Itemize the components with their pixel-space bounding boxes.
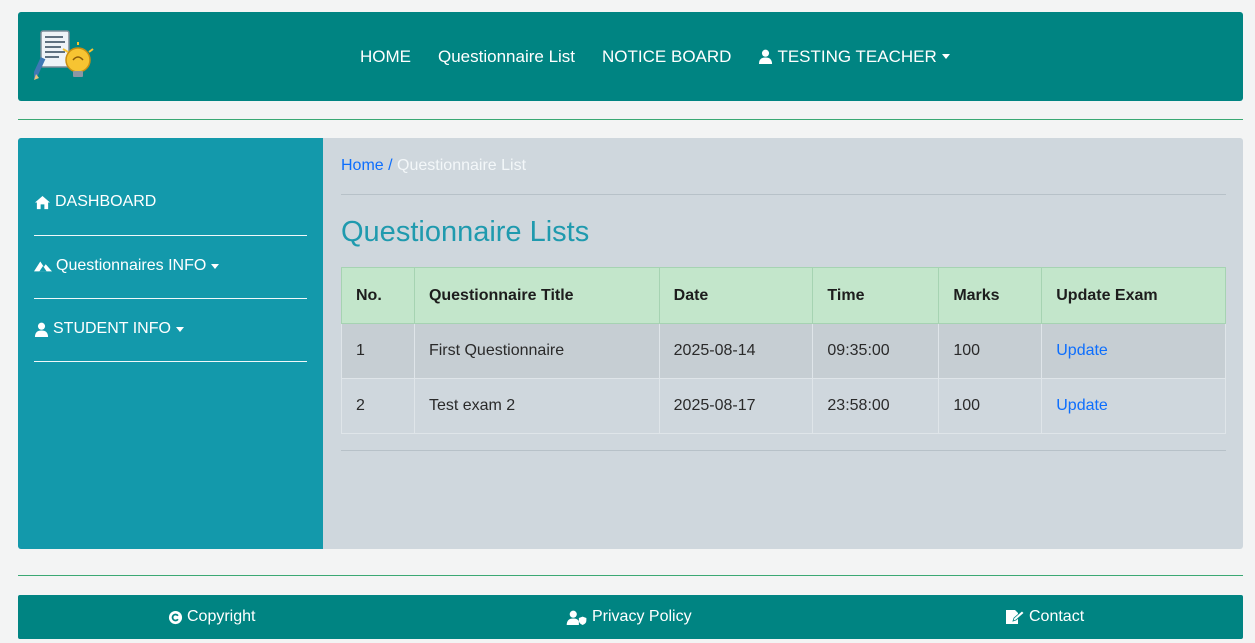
cell-marks: 100 [938,323,1043,379]
table-row: 1 First Questionnaire 2025-08-14 09:35:0… [341,323,1226,379]
user-name: TESTING TEACHER [777,46,937,66]
cell-title: Test exam 2 [413,378,660,434]
column-header-no: No. [341,267,415,324]
update-link[interactable]: Update [1056,342,1108,359]
sidebar-item-questionnaires[interactable]: Questionnaires INFO [34,257,307,275]
nav-user-dropdown[interactable]: TESTING TEACHER [758,46,950,67]
footer: Copyright Privacy Policy Contact [18,595,1243,639]
breadcrumb-current: Questionnaire List [397,157,527,174]
sidebar-item-label: STUDENT INFO [53,320,171,337]
divider [18,119,1243,120]
content-area: Home / Questionnaire List Questionnaire … [341,138,1226,549]
user-icon [34,322,49,337]
footer-contact[interactable]: Contact [1005,595,1084,639]
sidebar-item-label: Questionnaires INFO [56,257,207,274]
column-header-title: Questionnaire Title [413,267,660,324]
nav-notice-board[interactable]: NOTICE BOARD [602,47,731,67]
user-shield-icon [566,610,588,625]
breadcrumb-divider [341,194,1226,195]
copyright-icon [168,610,183,625]
main-nav: HOME Questionnaire List NOTICE BOARD TES… [360,12,977,101]
questionnaire-table: No. Questionnaire Title Date Time Marks … [341,267,1226,434]
sidebar-divider [34,298,307,299]
cell-time: 09:35:00 [812,323,940,379]
table-row: 2 Test exam 2 2025-08-17 23:58:00 100 Up… [341,378,1226,434]
sidebar-divider [34,361,307,362]
column-header-marks: Marks [938,267,1043,324]
footer-copyright[interactable]: Copyright [168,595,255,639]
divider [18,575,1243,576]
column-header-date: Date [658,267,814,324]
cell-date: 2025-08-17 [658,378,814,434]
nav-home[interactable]: HOME [360,47,411,67]
cell-title: First Questionnaire [413,323,660,379]
breadcrumb: Home / Questionnaire List [341,157,526,175]
site-logo[interactable] [31,27,96,83]
user-icon [758,49,773,64]
page-title: Questionnaire Lists [341,216,590,248]
home-icon [34,195,51,210]
cell-marks: 100 [938,378,1043,434]
chevron-down-icon [175,326,184,332]
sidebar-item-student-info[interactable]: STUDENT INFO [34,320,307,338]
chevron-down-icon [941,54,950,59]
mountain-icon [34,259,52,273]
cell-date: 2025-08-14 [658,323,814,379]
breadcrumb-home[interactable]: Home [341,157,384,174]
cell-update: Update [1041,323,1226,379]
footer-privacy-label: Privacy Policy [592,608,692,625]
footer-copyright-label: Copyright [187,608,256,625]
column-header-time: Time [812,267,940,324]
chevron-down-icon [211,263,220,269]
nav-questionnaire-list[interactable]: Questionnaire List [438,47,575,67]
edit-file-icon [1005,609,1025,625]
column-header-update: Update Exam [1041,267,1226,324]
breadcrumb-separator: / [388,157,393,174]
table-divider [341,450,1226,451]
sidebar-divider [34,235,307,236]
sidebar-item-dashboard[interactable]: DASHBOARD [34,193,307,211]
cell-time: 23:58:00 [812,378,940,434]
cell-no: 1 [341,323,415,379]
footer-privacy-policy[interactable]: Privacy Policy [566,595,692,639]
sidebar-item-label: DASHBOARD [55,193,157,210]
cell-update: Update [1041,378,1226,434]
table-header-row: No. Questionnaire Title Date Time Marks … [341,267,1226,324]
cell-no: 2 [341,378,415,434]
sidebar: DASHBOARD Questionnaires INFO STUDENT IN… [18,138,323,549]
main-card: DASHBOARD Questionnaires INFO STUDENT IN… [18,138,1243,549]
top-navbar: HOME Questionnaire List NOTICE BOARD TES… [18,12,1243,101]
update-link[interactable]: Update [1056,397,1108,414]
footer-contact-label: Contact [1029,608,1085,625]
